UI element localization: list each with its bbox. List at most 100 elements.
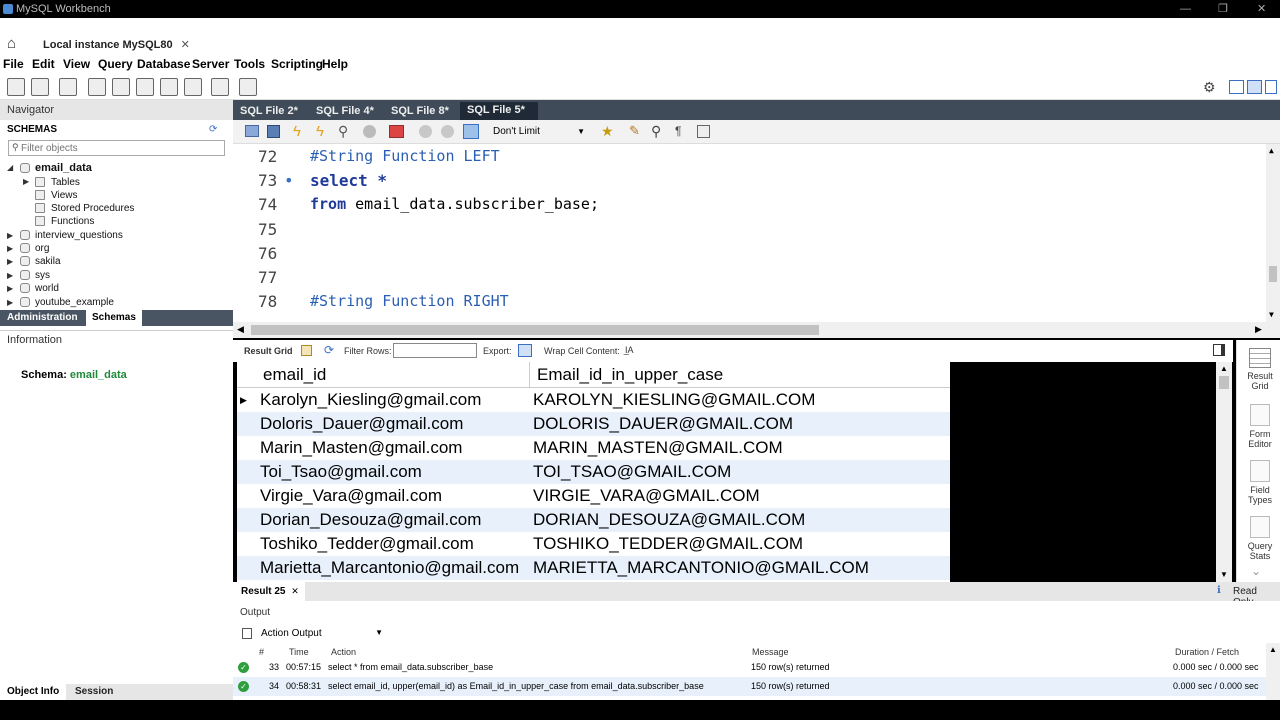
scrollbar-thumb[interactable] [1269, 266, 1277, 282]
schema-youtube-example[interactable]: youtube_example [35, 296, 114, 309]
connection-tab[interactable]: Local instance MySQL80 ✕ [43, 38, 190, 51]
tree-item-tables[interactable]: Tables [51, 176, 80, 189]
beautify-icon[interactable]: ✎ [629, 123, 640, 139]
scroll-up-arrow-icon[interactable]: ▲ [1269, 645, 1277, 654]
toggle-output-icon[interactable] [1247, 80, 1262, 94]
reconnect-icon[interactable] [239, 78, 257, 96]
table-row[interactable]: Doloris_Dauer@gmail.com DOLORIS_DAUER@GM… [237, 412, 950, 436]
scrollbar-thumb[interactable] [1219, 376, 1229, 389]
copy-icon[interactable] [242, 628, 252, 639]
result-grid-button[interactable]: Result Grid [1243, 348, 1277, 391]
output-mode-select[interactable]: Action Output ▼ [261, 628, 383, 639]
table-row[interactable]: Marin_Masten@gmail.com MARIN_MASTEN@GMAI… [237, 436, 950, 460]
output-scrollbar[interactable]: ▲ [1266, 643, 1280, 700]
filter-objects-input[interactable] [21, 141, 221, 155]
close-tab-icon[interactable]: ✕ [181, 39, 190, 51]
table-row[interactable]: Dorian_Desouza@gmail.com DORIAN_DESOUZA@… [237, 508, 950, 532]
output-row[interactable]: ✓ 34 00:58:31 select email_id, upper(ema… [233, 677, 1280, 696]
toggle-sidebar-icon[interactable] [1229, 80, 1244, 94]
cell-email-upper[interactable]: MARIETTA_MARCANTONIO@GMAIL.COM [533, 556, 869, 580]
cell-email-upper[interactable]: TOSHIKO_TEDDER@GMAIL.COM [533, 532, 803, 556]
table-row[interactable]: Virgie_Vara@gmail.com VIRGIE_VARA@GMAIL.… [237, 484, 950, 508]
restore-button[interactable]: ❐ [1218, 0, 1228, 18]
create-view-icon[interactable] [136, 78, 154, 96]
grid-icon[interactable] [301, 345, 312, 356]
cell-email-upper[interactable]: DORIAN_DESOUZA@GMAIL.COM [533, 508, 805, 532]
scroll-up-arrow-icon[interactable]: ▲ [1220, 364, 1228, 373]
schema-email-data[interactable]: email_data [35, 162, 92, 175]
schema-sakila[interactable]: sakila [35, 255, 61, 268]
refresh-schemas-icon[interactable]: ⟳ [209, 124, 217, 135]
tab-result-25[interactable]: Result 25 ✕ [233, 582, 305, 601]
cell-email-id[interactable]: Toi_Tsao@gmail.com [260, 460, 422, 484]
new-sql-tab-icon[interactable] [7, 78, 25, 96]
editor-vertical-scrollbar[interactable]: ▲ ▼ [1266, 144, 1280, 322]
scroll-down-chevron-icon[interactable]: ⌄ [1251, 564, 1261, 578]
explain-icon[interactable]: ⚲ [338, 123, 348, 140]
cell-email-id[interactable]: Marin_Masten@gmail.com [260, 436, 462, 460]
execute-icon[interactable]: ϟ [293, 123, 301, 140]
expand-arrow-icon[interactable]: ▶ [7, 271, 13, 280]
open-file-icon[interactable] [245, 125, 259, 137]
cell-email-upper[interactable]: TOI_TSAO@GMAIL.COM [533, 460, 731, 484]
wrap-lines-icon[interactable] [697, 125, 710, 138]
form-editor-button[interactable]: Form Editor [1243, 404, 1277, 449]
search-table-data-icon[interactable] [211, 78, 229, 96]
rollback-icon[interactable] [441, 125, 454, 138]
cell-email-id[interactable]: Toshiko_Tedder@gmail.com [260, 532, 474, 556]
schema-inspector-icon[interactable] [59, 78, 77, 96]
editor-horizontal-scrollbar[interactable]: ◀ ▶ [233, 322, 1280, 338]
open-sql-file-icon[interactable] [31, 78, 49, 96]
cell-email-upper[interactable]: KAROLYN_KIESLING@GMAIL.COM [533, 388, 815, 412]
create-procedure-icon[interactable] [160, 78, 178, 96]
sql-editor[interactable]: 72 #String Function LEFT 73 • select * 7… [233, 144, 1280, 322]
filter-rows-input[interactable] [393, 343, 477, 358]
schema-sys[interactable]: sys [35, 269, 50, 282]
export-icon[interactable] [518, 344, 532, 357]
tab-sql-file-2[interactable]: SQL File 2* [240, 103, 298, 120]
create-function-icon[interactable] [184, 78, 202, 96]
scroll-left-arrow-icon[interactable]: ◀ [237, 324, 244, 335]
tab-schemas[interactable]: Schemas [86, 310, 142, 326]
expand-arrow-icon[interactable]: ▶ [7, 244, 13, 253]
collapse-arrow-icon[interactable]: ◢ [7, 163, 13, 172]
cell-email-id[interactable]: Doloris_Dauer@gmail.com [260, 412, 463, 436]
execute-statement-icon[interactable]: ϟ [316, 123, 324, 140]
column-header-email-id[interactable]: email_id [263, 362, 326, 388]
field-types-button[interactable]: Field Types [1243, 460, 1277, 505]
tree-item-views[interactable]: Views [51, 189, 78, 202]
tab-administration[interactable]: Administration [7, 312, 78, 323]
menu-file[interactable]: File [3, 57, 24, 71]
toggle-result-panel-icon[interactable] [1213, 344, 1225, 356]
scroll-right-arrow-icon[interactable]: ▶ [1255, 324, 1262, 335]
expand-arrow-icon[interactable]: ▶ [7, 284, 13, 293]
stop-icon[interactable] [363, 125, 376, 138]
schema-org[interactable]: org [35, 242, 49, 255]
menu-help[interactable]: Help [322, 57, 348, 71]
toggle-secondary-sidebar-icon[interactable] [1265, 80, 1277, 94]
tab-sql-file-4[interactable]: SQL File 4* [316, 103, 374, 120]
table-row[interactable]: Toshiko_Tedder@gmail.com TOSHIKO_TEDDER@… [237, 532, 950, 556]
add-snippet-icon[interactable]: ★ [601, 123, 614, 140]
toggle-error-icon[interactable] [389, 125, 404, 138]
menu-view[interactable]: View [63, 57, 90, 71]
cell-email-upper[interactable]: DOLORIS_DAUER@GMAIL.COM [533, 412, 793, 436]
tab-sql-file-5[interactable]: SQL File 5* ✕ [460, 102, 538, 132]
table-row[interactable]: Marietta_Marcantonio@gmail.com MARIETTA_… [237, 556, 950, 580]
save-icon[interactable] [267, 125, 280, 138]
menu-query[interactable]: Query [98, 57, 133, 71]
cell-email-upper[interactable]: MARIN_MASTEN@GMAIL.COM [533, 436, 783, 460]
menu-server[interactable]: Server [192, 57, 229, 71]
commit-icon[interactable] [419, 125, 432, 138]
autocommit-icon[interactable] [463, 124, 479, 139]
tree-item-functions[interactable]: Functions [51, 215, 94, 228]
scroll-down-arrow-icon[interactable]: ▼ [1220, 570, 1228, 579]
menu-database[interactable]: Database [137, 57, 190, 71]
tab-object-info[interactable]: Object Info [0, 684, 66, 700]
menu-edit[interactable]: Edit [32, 57, 55, 71]
expand-arrow-icon[interactable]: ▶ [7, 257, 13, 266]
menu-tools[interactable]: Tools [234, 57, 265, 71]
refresh-icon[interactable]: ⟳ [324, 343, 334, 357]
cell-email-upper[interactable]: VIRGIE_VARA@GMAIL.COM [533, 484, 760, 508]
cell-email-id[interactable]: Virgie_Vara@gmail.com [260, 484, 442, 508]
